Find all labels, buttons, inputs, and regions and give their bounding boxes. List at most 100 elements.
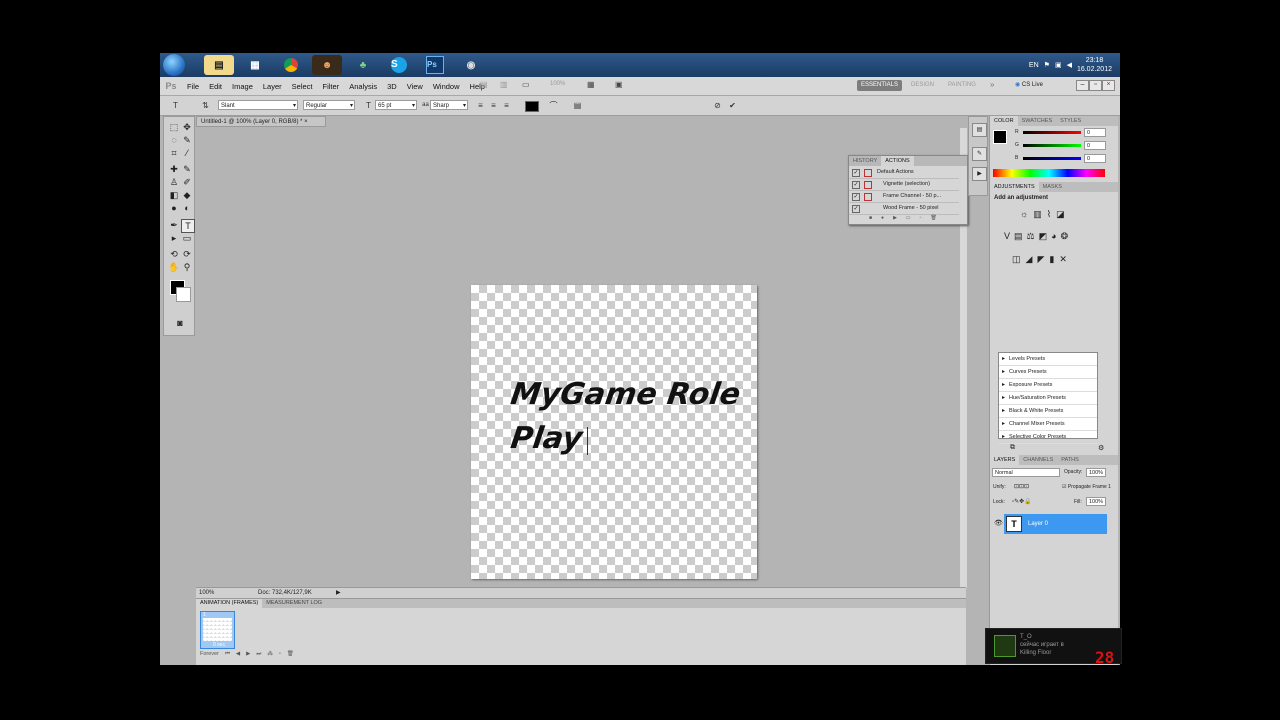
actions-panel-icon[interactable]: ▶ bbox=[972, 167, 987, 181]
menu-layer[interactable]: Layer bbox=[258, 82, 287, 91]
tab-channels[interactable]: CHANNELS bbox=[1019, 455, 1057, 465]
brush-panel-icon[interactable]: ✎ bbox=[972, 147, 987, 161]
path-selection-tool-icon[interactable]: ▸ bbox=[168, 232, 180, 244]
horizontal-type-tool-icon[interactable]: T bbox=[181, 219, 195, 233]
preset-item[interactable]: Levels Presets bbox=[999, 353, 1097, 366]
eye-icon[interactable]: 👁 bbox=[994, 519, 1003, 527]
hand-tool-icon[interactable]: ✋ bbox=[168, 261, 180, 273]
clock[interactable]: 23:18 16.02.2012 bbox=[1077, 56, 1112, 74]
green-value-input[interactable]: 0 bbox=[1084, 141, 1106, 150]
preset-item[interactable]: Exposure Presets bbox=[999, 379, 1097, 392]
duplicate-frame-icon[interactable]: ▫ bbox=[279, 651, 281, 658]
text-layer-line-1[interactable]: MyGame Role bbox=[509, 377, 743, 412]
fill-input[interactable]: 100% bbox=[1086, 497, 1106, 506]
workspace-essentials[interactable]: ESSENTIALS bbox=[857, 80, 903, 91]
clip-to-layer-icon[interactable]: ⧉ bbox=[1010, 444, 1015, 452]
language-indicator[interactable]: EN bbox=[1029, 62, 1039, 69]
preset-item[interactable]: Selective Color Presets bbox=[999, 431, 1097, 444]
propagate-frame-checkbox[interactable]: ☑ Propagate Frame 1 bbox=[1062, 484, 1111, 490]
view-extras-icon[interactable]: ▭ bbox=[522, 80, 530, 89]
rectangle-tool-icon[interactable]: ▭ bbox=[181, 232, 193, 244]
more-workspaces-icon[interactable]: » bbox=[990, 80, 994, 89]
quick-select-tool-icon[interactable]: ✎ bbox=[181, 134, 193, 146]
game-icon[interactable]: ☻ bbox=[312, 55, 342, 75]
chrome-icon[interactable] bbox=[276, 55, 306, 75]
menu-select[interactable]: Select bbox=[287, 82, 318, 91]
lock-icons[interactable]: ▫✎✥🔒 bbox=[1012, 498, 1032, 505]
adjustment-options-icon[interactable]: ⚙ bbox=[1098, 444, 1104, 452]
menu-3d[interactable]: 3D bbox=[382, 82, 402, 91]
menu-edit[interactable]: Edit bbox=[204, 82, 227, 91]
check-icon[interactable]: ✓ bbox=[852, 193, 860, 201]
gradient-map-icon[interactable]: ▮ bbox=[1049, 254, 1054, 265]
history-panel-icon[interactable]: ▤ bbox=[972, 123, 987, 137]
photoshop-icon[interactable]: Ps bbox=[420, 55, 450, 75]
frame-delay[interactable]: 0 sec. bbox=[213, 642, 226, 648]
flag-icon[interactable]: ⚑ bbox=[1044, 61, 1050, 69]
stop-icon[interactable]: ■ bbox=[869, 215, 872, 221]
action-row[interactable]: ✓ Default Actions bbox=[849, 167, 959, 179]
preset-item[interactable]: Black & White Presets bbox=[999, 405, 1097, 418]
hue-saturation-icon[interactable]: ▤ bbox=[1014, 231, 1023, 242]
action-row[interactable]: ✓ Frame Channel - 50 p... bbox=[849, 191, 959, 203]
invert-icon[interactable]: ◫ bbox=[1012, 254, 1021, 265]
start-button[interactable] bbox=[163, 54, 185, 76]
dodge-tool-icon[interactable]: ◐ bbox=[181, 202, 193, 214]
menu-image[interactable]: Image bbox=[227, 82, 258, 91]
marquee-tool-icon[interactable]: ⬚ bbox=[168, 121, 180, 133]
levels-icon[interactable]: ▥ bbox=[1033, 209, 1042, 220]
menu-view[interactable]: View bbox=[402, 82, 428, 91]
posterize-icon[interactable]: ◢ bbox=[1026, 254, 1033, 265]
red-value-input[interactable]: 0 bbox=[1084, 128, 1106, 137]
close-icon[interactable]: × bbox=[304, 119, 308, 125]
commit-edit-icon[interactable]: ✔ bbox=[727, 100, 738, 111]
opacity-input[interactable]: 100% bbox=[1086, 468, 1106, 477]
color-balance-icon[interactable]: ⚖ bbox=[1027, 231, 1035, 242]
new-action-icon[interactable]: ▫ bbox=[920, 215, 922, 221]
tab-actions[interactable]: ACTIONS bbox=[881, 156, 914, 166]
status-zoom[interactable]: 100% bbox=[199, 588, 214, 598]
warp-text-icon[interactable]: ⌒ bbox=[548, 100, 559, 111]
threshold-icon[interactable]: ◤ bbox=[1037, 254, 1044, 265]
media-icon[interactable]: ◉ bbox=[456, 55, 486, 75]
delete-icon[interactable]: 🗑 bbox=[930, 215, 936, 221]
new-set-icon[interactable]: ▭ bbox=[906, 215, 911, 221]
document-tab[interactable]: Untitled-1 @ 100% (Layer 0, RGB/8) * × bbox=[196, 116, 326, 127]
antialias-select[interactable]: Sharp ▾ bbox=[430, 100, 468, 110]
background-color-swatch[interactable] bbox=[176, 287, 191, 302]
unify-icons[interactable]: ⊡⊡⊡ bbox=[1014, 483, 1029, 490]
explorer-icon[interactable]: ▤ bbox=[204, 55, 234, 75]
tab-color[interactable]: COLOR bbox=[990, 116, 1018, 126]
clapper-icon[interactable]: ▦ bbox=[240, 55, 270, 75]
first-frame-icon[interactable]: ⏮ bbox=[225, 651, 230, 658]
history-brush-tool-icon[interactable]: ✐ bbox=[181, 176, 193, 188]
close-button[interactable]: × bbox=[1102, 80, 1115, 91]
pen-tool-icon[interactable]: ✒ bbox=[168, 219, 180, 231]
tab-history[interactable]: HISTORY bbox=[849, 156, 881, 166]
play-icon[interactable]: ▶ bbox=[246, 651, 250, 658]
blue-value-input[interactable]: 0 bbox=[1084, 154, 1106, 163]
green-slider[interactable] bbox=[1023, 144, 1081, 147]
skype-icon[interactable]: S bbox=[384, 55, 414, 75]
menu-filter[interactable]: Filter bbox=[318, 82, 345, 91]
channel-mixer-icon[interactable]: ❂ bbox=[1061, 231, 1069, 242]
brush-tool-icon[interactable]: ✎ bbox=[181, 163, 193, 175]
tab-paths[interactable]: PATHS bbox=[1057, 455, 1083, 465]
menu-window[interactable]: Window bbox=[428, 82, 465, 91]
check-icon[interactable]: ✓ bbox=[852, 169, 860, 177]
tab-styles[interactable]: STYLES bbox=[1056, 116, 1085, 126]
clone-stamp-tool-icon[interactable]: ♙ bbox=[168, 176, 180, 188]
previous-frame-icon[interactable]: ◀ bbox=[236, 651, 240, 658]
play-icon[interactable]: ▶ bbox=[893, 215, 897, 221]
text-orientation-icon[interactable]: ⇅ bbox=[200, 100, 211, 111]
text-color-swatch[interactable] bbox=[525, 101, 539, 112]
selective-color-icon[interactable]: ✕ bbox=[1059, 254, 1067, 265]
eyedropper-tool-icon[interactable]: ⁄ bbox=[181, 147, 193, 159]
check-icon[interactable]: ✓ bbox=[852, 205, 860, 213]
workspace-design[interactable]: DESIGN bbox=[907, 80, 938, 91]
font-style-select[interactable]: Regular ▾ bbox=[303, 100, 355, 110]
tab-layers[interactable]: LAYERS bbox=[990, 455, 1020, 465]
status-menu-arrow-icon[interactable]: ▶ bbox=[336, 588, 341, 598]
network-icon[interactable]: ▣ bbox=[1055, 61, 1062, 69]
action-row[interactable]: ✓ Wood Frame - 50 pixel bbox=[849, 203, 959, 215]
